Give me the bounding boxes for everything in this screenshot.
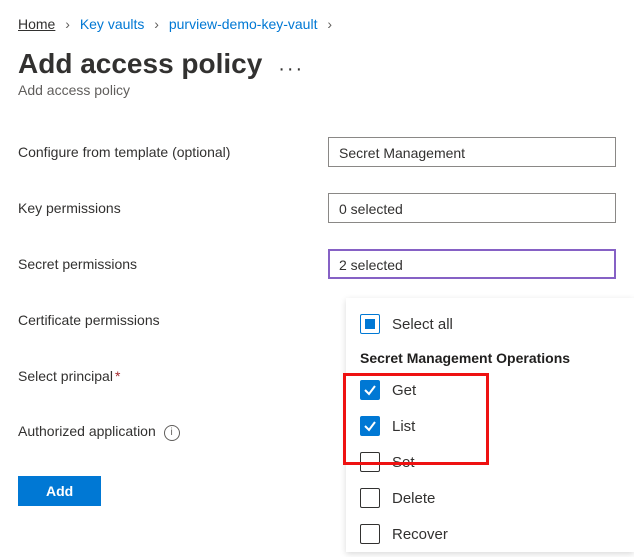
breadcrumb-vaultname[interactable]: purview-demo-key-vault bbox=[169, 16, 318, 32]
breadcrumb-home[interactable]: Home bbox=[18, 16, 55, 32]
dropdown-group-header: Secret Management Operations bbox=[346, 342, 634, 372]
info-icon[interactable]: i bbox=[164, 425, 180, 441]
breadcrumb-sep: › bbox=[65, 16, 70, 32]
option-list[interactable]: List bbox=[346, 408, 634, 444]
option-get[interactable]: Get bbox=[346, 372, 634, 408]
option-label: Select all bbox=[392, 316, 453, 333]
add-button[interactable]: Add bbox=[18, 476, 101, 506]
key-permissions-select[interactable]: 0 selected bbox=[328, 193, 616, 223]
label-template: Configure from template (optional) bbox=[18, 144, 328, 160]
option-delete[interactable]: Delete bbox=[346, 480, 634, 516]
label-authorized-application: Authorized application i bbox=[18, 423, 328, 440]
option-label: Delete bbox=[392, 490, 435, 507]
label-select-principal: Select principal* bbox=[18, 368, 328, 384]
template-select[interactable]: Secret Management bbox=[328, 137, 616, 167]
option-recover[interactable]: Recover bbox=[346, 516, 634, 552]
page-title: Add access policy bbox=[18, 48, 262, 80]
option-set[interactable]: Set bbox=[346, 444, 634, 480]
checkbox-icon bbox=[360, 380, 380, 400]
option-label: List bbox=[392, 418, 415, 435]
breadcrumb-sep: › bbox=[154, 16, 159, 32]
label-certificate-permissions: Certificate permissions bbox=[18, 312, 328, 328]
page-subtitle: Add access policy bbox=[18, 82, 616, 98]
option-label: Set bbox=[392, 454, 415, 471]
breadcrumb-sep: › bbox=[327, 16, 332, 32]
checkbox-icon bbox=[360, 524, 380, 544]
secret-permissions-select[interactable]: 2 selected bbox=[328, 249, 616, 279]
checkbox-icon bbox=[360, 488, 380, 508]
more-actions-button[interactable]: ··· bbox=[278, 58, 304, 81]
option-label: Get bbox=[392, 382, 416, 399]
breadcrumb-keyvaults[interactable]: Key vaults bbox=[80, 16, 145, 32]
checkbox-icon bbox=[360, 416, 380, 436]
option-label: Recover bbox=[392, 526, 448, 543]
checkbox-icon bbox=[360, 314, 380, 334]
checkbox-icon bbox=[360, 452, 380, 472]
option-select-all[interactable]: Select all bbox=[346, 306, 634, 342]
secret-permissions-dropdown: Select all Secret Management Operations … bbox=[346, 298, 634, 552]
breadcrumb: Home › Key vaults › purview-demo-key-vau… bbox=[18, 16, 616, 32]
label-secret-permissions: Secret permissions bbox=[18, 256, 328, 272]
label-key-permissions: Key permissions bbox=[18, 200, 328, 216]
